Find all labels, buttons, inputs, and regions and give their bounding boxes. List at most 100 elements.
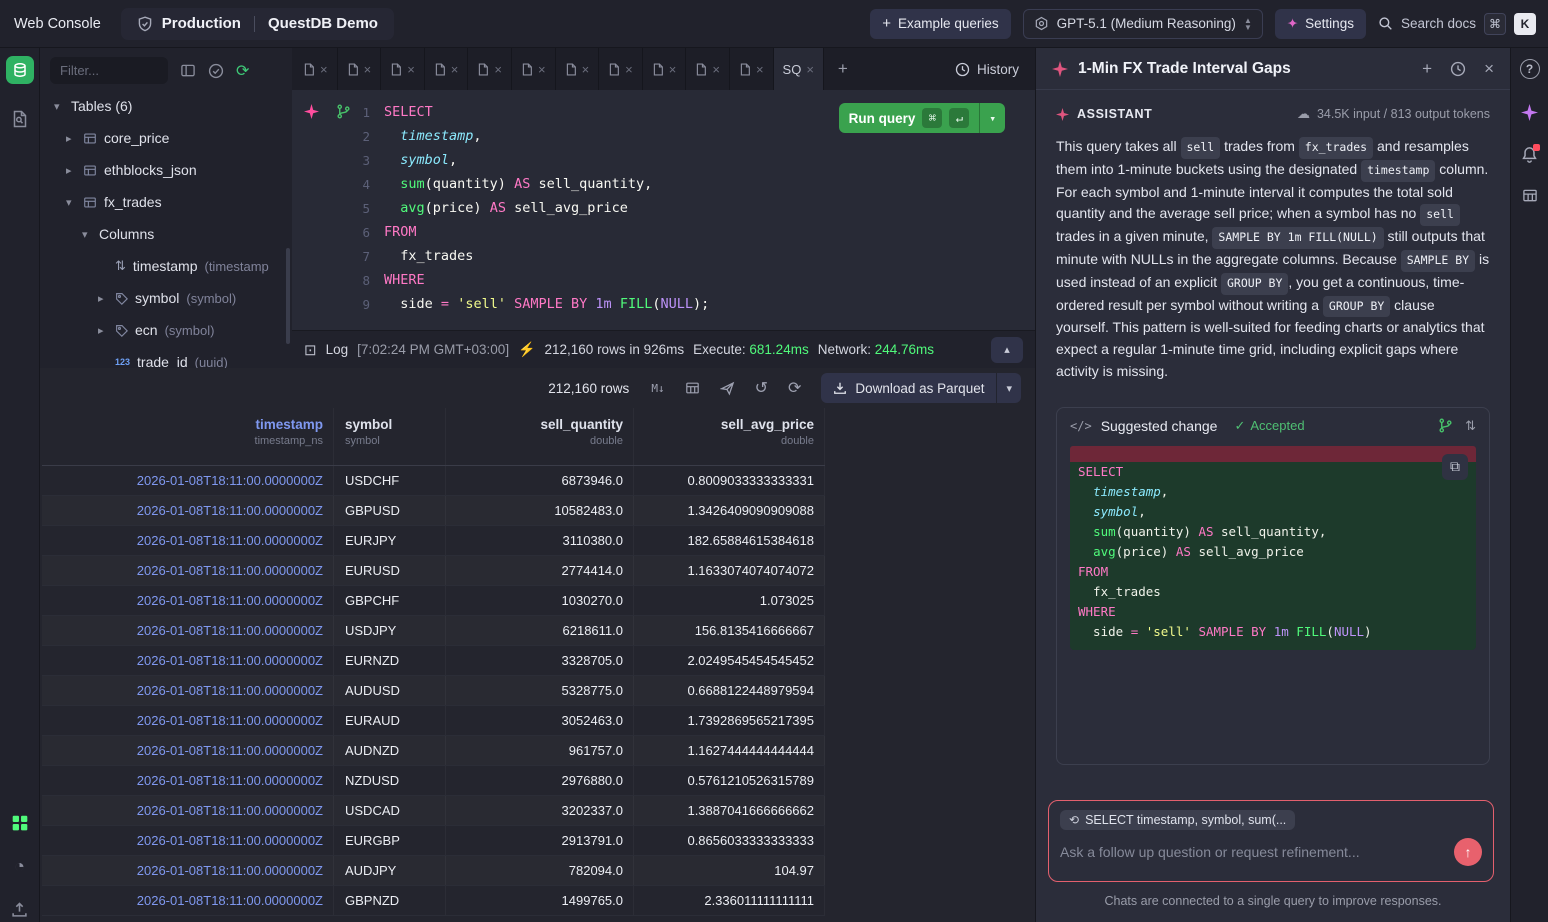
close-tab-icon[interactable]: × [669, 62, 677, 77]
query-log-icon[interactable] [11, 110, 28, 128]
tree-item-ethblocks-json[interactable]: ▸ethblocks_json [40, 154, 292, 186]
run-query-button[interactable]: Run query ⌘ ↵ ▾ [839, 103, 1005, 133]
close-tab-icon[interactable]: × [712, 62, 720, 77]
tree-item-fx-trades[interactable]: ▾fx_trades [40, 186, 292, 218]
import-icon[interactable] [11, 901, 28, 918]
code-line[interactable]: 6FROM [292, 220, 1035, 244]
close-tab-icon[interactable]: × [364, 62, 372, 77]
table-row[interactable]: 2026-01-08T18:11:00.0000000ZGBPCHF103027… [42, 586, 825, 616]
table-row[interactable]: 2026-01-08T18:11:00.0000000ZUSDCHF687394… [42, 466, 825, 496]
markdown-copy-icon[interactable]: M↓ [651, 382, 664, 395]
schema-panel-icon[interactable] [1522, 188, 1538, 203]
sidebar-scrollbar[interactable] [286, 248, 290, 344]
run-options-chevron-icon[interactable]: ▾ [980, 112, 1005, 125]
close-tab-icon[interactable]: × [806, 62, 814, 77]
code-line[interactable]: 4 sum(quantity) AS sell_quantity, [292, 172, 1035, 196]
close-panel-button[interactable]: × [1484, 59, 1494, 79]
collapse-log-button[interactable]: ▴ [991, 337, 1023, 363]
query-history-icon[interactable]: ↺ [755, 378, 768, 398]
editor-tab[interactable]: × [556, 48, 600, 90]
tree-item-core-price[interactable]: ▸core_price [40, 122, 292, 154]
close-tab-icon[interactable]: × [320, 62, 328, 77]
new-chat-button[interactable]: + [1422, 59, 1432, 79]
apply-branch-icon[interactable] [1438, 418, 1453, 433]
tree-item-symbol[interactable]: ▸symbol(symbol) [40, 282, 292, 314]
new-tab-button[interactable]: + [838, 59, 848, 79]
code-line[interactable]: 5 avg(price) AS sell_avg_price [292, 196, 1035, 220]
git-branch-icon[interactable] [336, 104, 351, 119]
download-parquet-button[interactable]: Download as Parquet ▾ [821, 373, 1021, 403]
tree-item-timestamp[interactable]: ⇅timestamp(timestamp [40, 250, 292, 282]
sql-editor[interactable]: 1SELECT2 timestamp,3 symbol,4 sum(quanti… [292, 90, 1035, 330]
check-circle-icon[interactable] [208, 63, 224, 79]
editor-tab[interactable]: × [730, 48, 774, 90]
column-header-timestamp[interactable]: timestamptimestamp_ns [42, 408, 334, 465]
table-row[interactable]: 2026-01-08T18:11:00.0000000ZUSDJPY621861… [42, 616, 825, 646]
editor-tab[interactable]: × [512, 48, 556, 90]
query-context-chip[interactable]: ⟲ SELECT timestamp, symbol, sum(... [1060, 810, 1295, 830]
tree-item-trade-id[interactable]: 123trade_id(uuid) [40, 346, 292, 368]
editor-tab[interactable]: SQ× [774, 48, 824, 90]
pie-chart-icon[interactable]: ◔ [14, 856, 25, 877]
table-row[interactable]: 2026-01-08T18:11:00.0000000ZGBPUSD105824… [42, 496, 825, 526]
code-line[interactable]: 3 symbol, [292, 148, 1035, 172]
model-selector[interactable]: GPT-5.1 (Medium Reasoning) ▲▼ [1023, 9, 1263, 39]
editor-tab[interactable]: × [643, 48, 687, 90]
table-row[interactable]: 2026-01-08T18:11:00.0000000ZUSDCAD320233… [42, 796, 825, 826]
table-row[interactable]: 2026-01-08T18:11:00.0000000ZAUDUSD532877… [42, 676, 825, 706]
table-row[interactable]: 2026-01-08T18:11:00.0000000ZAUDNZD961757… [42, 736, 825, 766]
editor-tab[interactable]: × [381, 48, 425, 90]
export-icon[interactable] [720, 381, 735, 396]
history-button[interactable]: History [955, 62, 1019, 77]
send-button[interactable]: ↑ [1454, 838, 1482, 866]
column-header-symbol[interactable]: symbolsymbol [334, 408, 446, 465]
tree-item-columns[interactable]: ▾Columns [40, 218, 292, 250]
close-tab-icon[interactable]: × [625, 62, 633, 77]
grid-view-icon[interactable] [11, 814, 29, 832]
table-row[interactable]: 2026-01-08T18:11:00.0000000ZEURAUD305246… [42, 706, 825, 736]
chat-composer[interactable]: ⟲ SELECT timestamp, symbol, sum(... ↑ [1048, 800, 1494, 882]
table-row[interactable]: 2026-01-08T18:11:00.0000000ZNZDUSD297688… [42, 766, 825, 796]
table-row[interactable]: 2026-01-08T18:11:00.0000000ZEURNZD332870… [42, 646, 825, 676]
help-button[interactable]: ? [1520, 59, 1540, 79]
close-tab-icon[interactable]: × [451, 62, 459, 77]
table-row[interactable]: 2026-01-08T18:11:00.0000000ZEURUSD277441… [42, 556, 825, 586]
log-label[interactable]: Log [326, 342, 349, 357]
ai-panel-toggle-icon[interactable] [1521, 104, 1538, 121]
grid-layout-icon[interactable] [685, 381, 700, 395]
editor-tab[interactable]: × [425, 48, 469, 90]
download-options-chevron-icon[interactable]: ▾ [997, 382, 1021, 395]
table-row[interactable]: 2026-01-08T18:11:00.0000000ZGBPNZD149976… [42, 886, 825, 916]
column-header-sell_avg_price[interactable]: sell_avg_pricedouble [634, 408, 825, 465]
search-docs[interactable]: Search docs ⌘ K [1378, 13, 1536, 35]
table-row[interactable]: 2026-01-08T18:11:00.0000000ZEURJPY311038… [42, 526, 825, 556]
table-row[interactable]: 2026-01-08T18:11:00.0000000ZEURGBP291379… [42, 826, 825, 856]
editor-tab[interactable]: × [294, 48, 338, 90]
tree-item-ecn[interactable]: ▸ecn(symbol) [40, 314, 292, 346]
ai-suggestion-icon[interactable] [304, 104, 319, 119]
editor-tab[interactable]: × [338, 48, 382, 90]
editor-tab[interactable]: × [599, 48, 643, 90]
editor-tab[interactable]: × [468, 48, 512, 90]
close-tab-icon[interactable]: × [582, 62, 590, 77]
example-queries-button[interactable]: + Example queries [870, 9, 1010, 39]
notifications-bell-icon[interactable] [1521, 146, 1538, 163]
refresh-tables-icon[interactable]: ⟳ [236, 61, 249, 81]
code-line[interactable]: 9 side = 'sell' SAMPLE BY 1m FILL(NULL); [292, 292, 1035, 316]
panel-toggle-icon[interactable] [180, 63, 196, 78]
expand-collapse-icon[interactable]: ⇅ [1465, 418, 1476, 434]
settings-button[interactable]: ✦ Settings [1275, 9, 1366, 39]
close-tab-icon[interactable]: × [494, 62, 502, 77]
followup-input[interactable] [1060, 844, 1446, 860]
table-row[interactable]: 2026-01-08T18:11:00.0000000ZAUDJPY782094… [42, 856, 825, 886]
questdb-logo[interactable] [6, 56, 34, 84]
table-filter-input[interactable] [50, 57, 168, 84]
column-header-sell_quantity[interactable]: sell_quantitydouble [446, 408, 634, 465]
chat-history-button[interactable] [1450, 61, 1466, 77]
code-line[interactable]: 8WHERE [292, 268, 1035, 292]
close-tab-icon[interactable]: × [407, 62, 415, 77]
environment-badge[interactable]: Production QuestDB Demo [121, 8, 394, 40]
close-tab-icon[interactable]: × [756, 62, 764, 77]
code-line[interactable]: 7 fx_trades [292, 244, 1035, 268]
copy-code-button[interactable]: ⧉ [1442, 454, 1468, 480]
